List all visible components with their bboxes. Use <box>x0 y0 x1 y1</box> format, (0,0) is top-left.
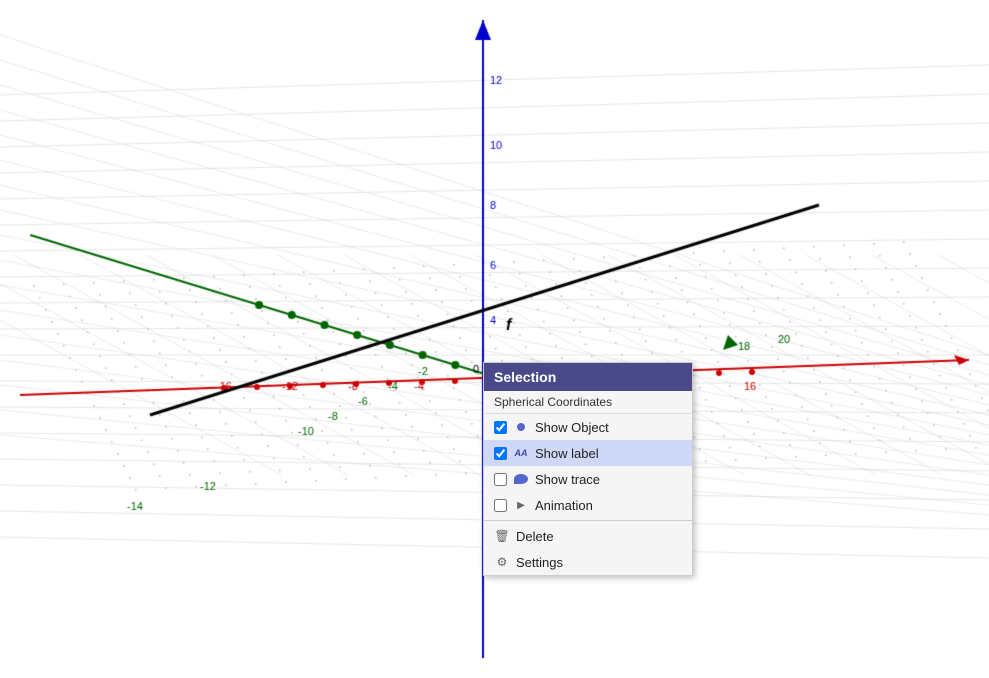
show-trace-icon <box>513 471 529 487</box>
context-menu: Selection Spherical Coordinates Show Obj… <box>483 362 693 576</box>
show-trace-checkbox[interactable] <box>494 473 507 486</box>
animation-icon: ▶ <box>513 497 529 513</box>
delete-label: Delete <box>516 529 554 544</box>
show-label-label: Show label <box>535 446 599 461</box>
menu-item-settings[interactable]: ⚙ Settings <box>484 549 692 575</box>
main-canvas[interactable] <box>0 0 989 678</box>
settings-label: Settings <box>516 555 563 570</box>
menu-item-animation[interactable]: ▶ Animation <box>484 492 692 518</box>
delete-icon: 🗑 <box>494 528 510 544</box>
show-object-label: Show Object <box>535 420 609 435</box>
menu-divider <box>484 520 692 521</box>
show-trace-label: Show trace <box>535 472 600 487</box>
settings-icon: ⚙ <box>494 554 510 570</box>
menu-item-delete[interactable]: 🗑 Delete <box>484 523 692 549</box>
show-object-checkbox[interactable] <box>494 421 507 434</box>
context-menu-subheader: Spherical Coordinates <box>484 391 692 414</box>
show-label-checkbox[interactable] <box>494 447 507 460</box>
animation-checkbox[interactable] <box>494 499 507 512</box>
animation-label: Animation <box>535 498 593 513</box>
show-label-icon: AA <box>513 445 529 461</box>
canvas-area: Selection Spherical Coordinates Show Obj… <box>0 0 989 678</box>
show-object-icon <box>513 419 529 435</box>
menu-item-show-label[interactable]: AA Show label <box>484 440 692 466</box>
menu-item-show-trace[interactable]: Show trace <box>484 466 692 492</box>
menu-item-show-object[interactable]: Show Object <box>484 414 692 440</box>
context-menu-header: Selection <box>484 363 692 391</box>
